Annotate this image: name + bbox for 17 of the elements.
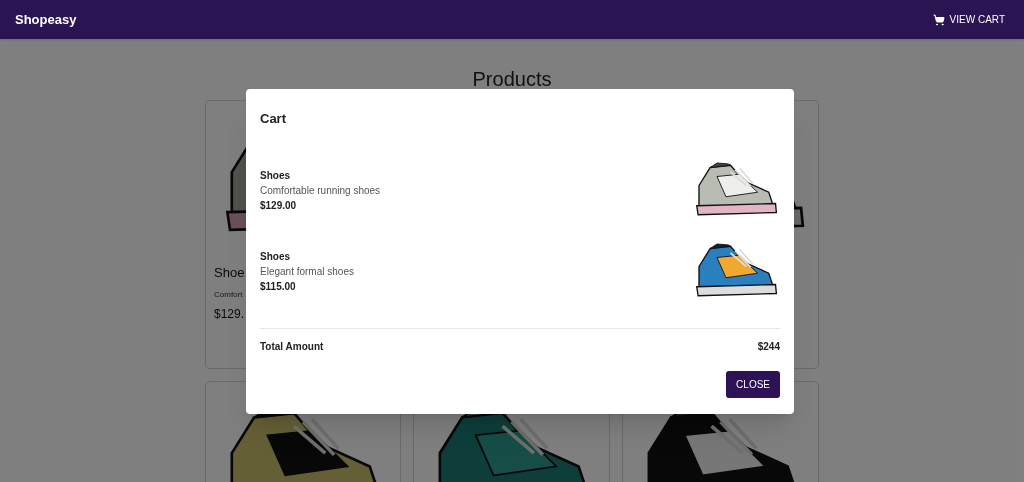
product-description: Comfort xyxy=(214,288,243,301)
dialog-title: Cart xyxy=(260,110,287,128)
item-name: Shoes xyxy=(260,168,291,183)
product-price: $129. xyxy=(214,305,245,323)
close-button[interactable]: CLOSE xyxy=(726,370,780,398)
cart-icon xyxy=(932,13,945,26)
product-title: Shoe xyxy=(214,264,245,282)
view-cart-button[interactable]: VIEW CART xyxy=(928,8,1009,31)
item-description: Comfortable running shoes xyxy=(260,183,381,198)
page-title: Products xyxy=(472,67,552,92)
total-amount: $244 xyxy=(757,339,780,354)
item-description: Elegant formal shoes xyxy=(260,264,354,279)
item-price: $115.00 xyxy=(260,279,297,294)
app-title[interactable]: Shopeasy xyxy=(15,9,77,30)
total-label: Total Amount xyxy=(260,339,324,354)
item-name: Shoes xyxy=(260,249,291,264)
item-price: $129.00 xyxy=(260,198,298,213)
